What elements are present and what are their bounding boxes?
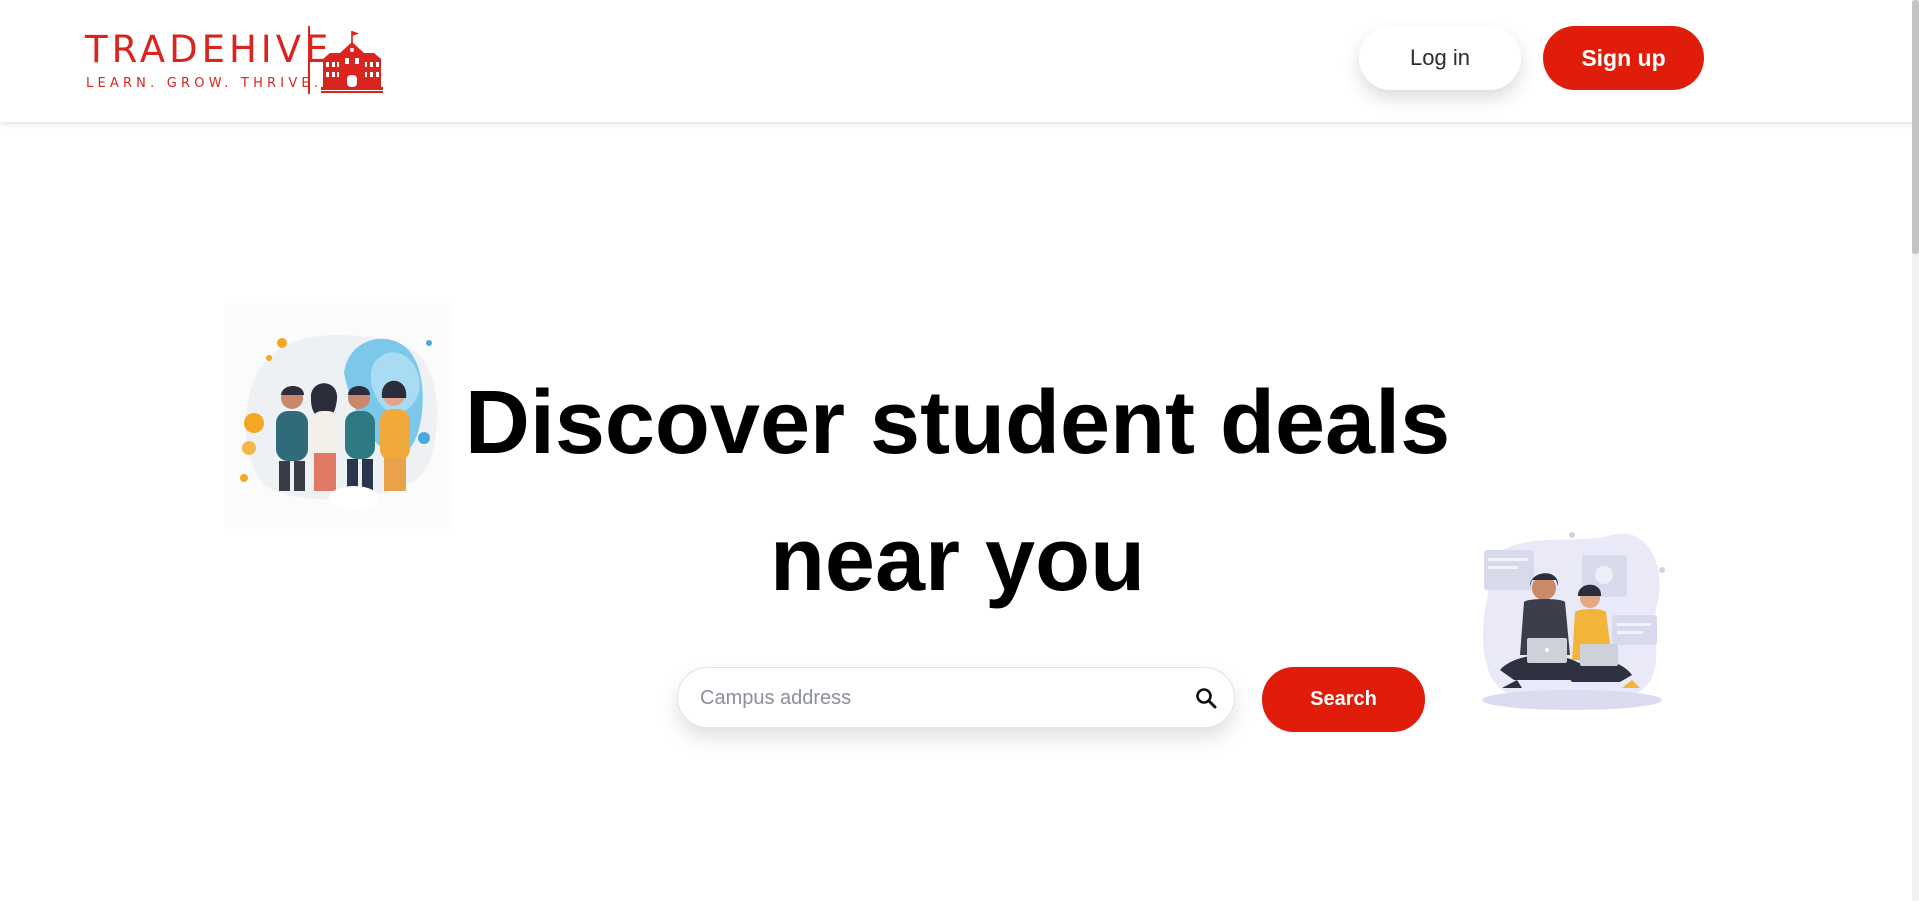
top-navbar: TRADEHIVE LEARN. GROW. THRIVE. Log in Si…: [0, 0, 1919, 122]
search-button[interactable]: Search: [1262, 667, 1425, 732]
page-scrollbar[interactable]: [1912, 0, 1919, 901]
campus-address-input[interactable]: [698, 668, 1172, 729]
hero-title: Discover student deals near you: [464, 373, 1451, 610]
login-button[interactable]: Log in: [1359, 26, 1521, 90]
search-icon[interactable]: [1195, 687, 1217, 709]
logo-wordmark: TRADEHIVE: [85, 28, 333, 71]
students-laptops-illustration: [1482, 532, 1665, 710]
logo-divider: [308, 26, 310, 94]
signup-button[interactable]: Sign up: [1543, 26, 1704, 90]
school-building-icon: [321, 31, 383, 93]
tradehive-logo[interactable]: TRADEHIVE LEARN. GROW. THRIVE.: [85, 26, 395, 96]
scrollbar-thumb[interactable]: [1912, 0, 1919, 254]
logo-tagline: LEARN. GROW. THRIVE.: [86, 76, 323, 91]
campus-search-box: [677, 667, 1235, 729]
